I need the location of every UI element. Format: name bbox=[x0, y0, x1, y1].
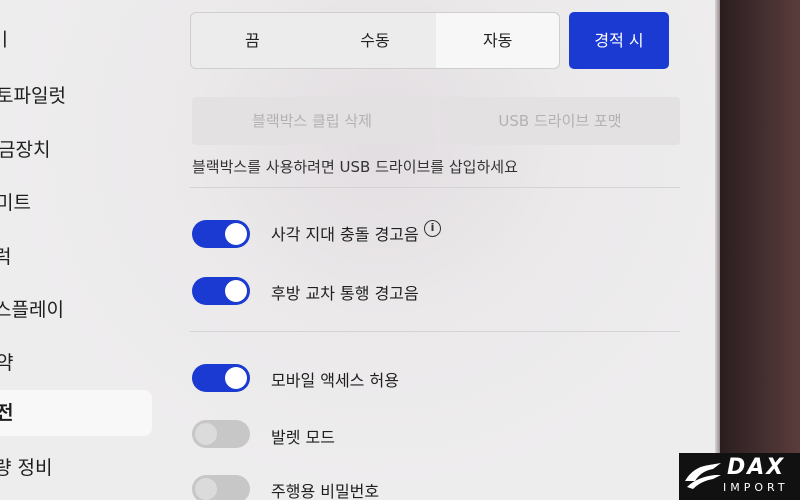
pin-to-drive-label: 주행용 비밀번호 bbox=[271, 482, 380, 500]
sidebar-item-label: 스플레이 bbox=[0, 299, 64, 321]
usb-hint-text: 블랙박스를 사용하려면 USB 드라이브를 삽입하세요 bbox=[192, 158, 518, 176]
toggle-knob bbox=[225, 280, 247, 302]
sidebar-item-label: 전 bbox=[0, 402, 14, 424]
sidebar-item-label: 량 정비 bbox=[0, 457, 53, 479]
rear-cross-traffic-chime-label: 후방 교차 통행 경고음 bbox=[271, 284, 419, 303]
sidebar-item-label: 미트 bbox=[0, 192, 31, 214]
toggle-knob bbox=[225, 223, 247, 245]
divider bbox=[190, 331, 680, 332]
screen-bezel bbox=[720, 0, 800, 500]
rear-cross-traffic-chime-toggle[interactable] bbox=[192, 277, 250, 305]
touchscreen: ㅣ 토파일럿 금장치 미트 럭 스플레이 약 전 량 정비 끔 수동 자동 경적… bbox=[0, 0, 720, 500]
blind-spot-chime-toggle[interactable] bbox=[192, 220, 250, 248]
toggle-knob bbox=[195, 423, 217, 445]
mobile-access-label: 모바일 액세스 허용 bbox=[271, 371, 399, 390]
pin-to-drive-toggle[interactable] bbox=[192, 475, 250, 500]
logo-brand: DAX bbox=[727, 455, 786, 480]
logo-sub: IMPORT bbox=[723, 481, 789, 494]
sidebar-item-display[interactable]: 스플레이 bbox=[0, 287, 152, 333]
segment-manual[interactable]: 수동 bbox=[314, 13, 437, 68]
sidebar-item-lights[interactable]: 미트 bbox=[0, 180, 152, 226]
sidebar-item-schedule[interactable]: 약 bbox=[0, 340, 152, 386]
sidebar-item-label: 토파일럿 bbox=[0, 85, 66, 107]
sidebar-item-software[interactable]: 럭 bbox=[0, 234, 152, 280]
on-honk-button[interactable]: 경적 시 bbox=[569, 12, 669, 69]
divider bbox=[190, 187, 680, 188]
car-silhouette-icon bbox=[685, 463, 721, 489]
toggle-knob bbox=[225, 367, 247, 389]
sidebar-item-service[interactable]: 량 정비 bbox=[0, 445, 152, 491]
sidebar-item-1[interactable]: ㅣ bbox=[0, 17, 152, 63]
segment-off[interactable]: 끔 bbox=[191, 13, 314, 68]
delete-dashcam-clips-button[interactable]: 블랙박스 클립 삭제 bbox=[192, 97, 432, 145]
sidebar-item-label: ㅣ bbox=[0, 29, 14, 51]
toggle-knob bbox=[195, 478, 217, 500]
valet-mode-toggle[interactable] bbox=[192, 420, 250, 448]
sidebar-item-label: 약 bbox=[0, 352, 14, 374]
info-icon[interactable]: i bbox=[424, 220, 441, 237]
format-usb-button[interactable]: USB 드라이브 포맷 bbox=[440, 97, 680, 145]
blind-spot-chime-label: 사각 지대 충돌 경고음 bbox=[271, 225, 419, 244]
sidebar-item-label: 럭 bbox=[0, 246, 12, 268]
sidebar-item-autopilot[interactable]: 토파일럿 bbox=[0, 73, 152, 119]
valet-mode-label: 발렛 모드 bbox=[271, 428, 335, 447]
sidebar-item-safety[interactable]: 전 bbox=[0, 390, 152, 436]
sidebar-item-label: 금장치 bbox=[0, 139, 51, 161]
dax-import-logo: DAX IMPORT bbox=[679, 453, 800, 500]
mobile-access-toggle[interactable] bbox=[192, 364, 250, 392]
dashcam-mode-selector: 끔 수동 자동 bbox=[190, 12, 560, 69]
segment-auto[interactable]: 자동 bbox=[436, 13, 560, 68]
sidebar-item-locks[interactable]: 금장치 bbox=[0, 127, 152, 173]
